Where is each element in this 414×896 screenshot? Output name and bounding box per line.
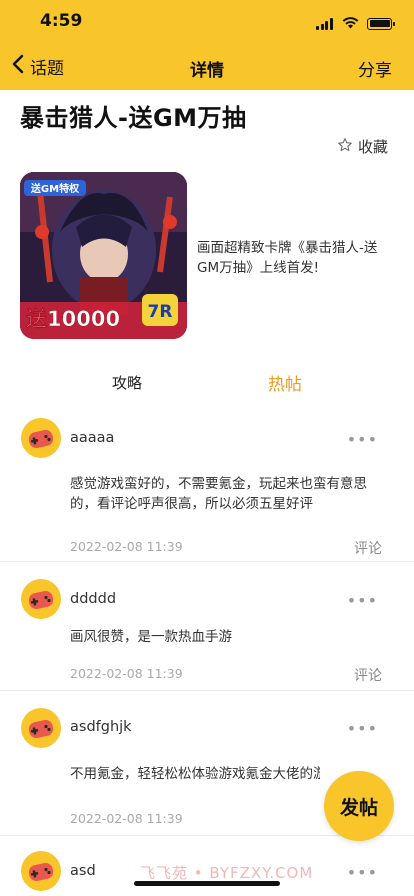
post-content: 画风很赞，是一款热血手游 <box>70 629 232 645</box>
svg-text:送10000: 送10000 <box>26 307 120 331</box>
svg-text:送GM特权: 送GM特权 <box>30 182 80 195</box>
tab-bar: 攻略 热帖 <box>0 366 414 398</box>
post-title: 暴击猎人-送GM万抽 <box>20 104 247 132</box>
watermark: 飞飞苑 • BYFZXY.COM <box>140 864 314 882</box>
favorite-label: 收藏 <box>357 138 388 156</box>
post-intro: 画面超精致卡牌《暴击猎人-送GM万抽》上线首发! <box>197 240 378 276</box>
home-indicator <box>134 881 280 886</box>
status-icons <box>316 14 395 33</box>
list-item[interactable]: ddddd ••• 画风很赞，是一款热血手游 2022-02-08 11:39 … <box>0 563 414 691</box>
tab-guide[interactable]: 攻略 <box>112 372 142 393</box>
post-content: 不用氪金，轻轻松松体验游戏氪金大佬的游戏体验 <box>70 766 320 782</box>
more-options-button[interactable]: ••• <box>347 430 378 449</box>
svg-text:7R: 7R <box>148 302 173 322</box>
share-button[interactable]: 分享 <box>358 56 392 81</box>
comment-button[interactable]: 评论 <box>354 538 382 558</box>
avatar[interactable] <box>21 579 61 619</box>
username[interactable]: aaaaa <box>70 430 114 446</box>
username[interactable]: ddddd <box>70 591 116 607</box>
comment-button[interactable]: 评论 <box>354 665 382 685</box>
username[interactable]: asdfghjk <box>70 719 132 735</box>
avatar[interactable] <box>21 851 61 891</box>
post-date: 2022-02-08 11:39 <box>70 539 183 554</box>
post-content: 感觉游戏蛮好的，不需要氪金，玩起来也蛮有意思的，看评论呼声很高，所以必须五星好评 <box>70 476 367 512</box>
post-date: 2022-02-08 11:39 <box>70 666 183 681</box>
more-options-button[interactable]: ••• <box>347 591 378 610</box>
game-cover-image: 送GM特权 送10000 7R <box>20 172 187 339</box>
signal-icon <box>316 17 334 30</box>
favorite-button[interactable]: 收藏 <box>337 136 388 157</box>
username[interactable]: asd <box>70 863 96 879</box>
avatar[interactable] <box>21 418 61 458</box>
new-post-button[interactable]: 发帖 <box>324 771 394 841</box>
gamepad-icon <box>21 590 61 619</box>
wifi-icon <box>342 14 359 33</box>
nav-bar: 话题 详情 分享 <box>0 44 414 90</box>
avatar[interactable] <box>21 708 61 748</box>
list-item[interactable]: aaaaa ••• 感觉游戏蛮好的，不需要氪金，玩起来也蛮有意思的，看评论呼声很… <box>0 404 414 562</box>
post-date: 2022-02-08 11:39 <box>70 811 183 826</box>
gamepad-icon <box>21 719 61 748</box>
battery-icon <box>367 17 395 30</box>
more-options-button[interactable]: ••• <box>347 863 378 882</box>
more-options-button[interactable]: ••• <box>347 719 378 738</box>
status-time: 4:59 <box>40 11 83 31</box>
status-bar: 4:59 <box>0 0 414 44</box>
star-outline-icon <box>337 137 353 157</box>
gamepad-icon <box>21 429 61 458</box>
tab-hot[interactable]: 热帖 <box>268 370 302 395</box>
page-title: 详情 <box>190 61 224 81</box>
gamepad-icon <box>21 862 61 891</box>
